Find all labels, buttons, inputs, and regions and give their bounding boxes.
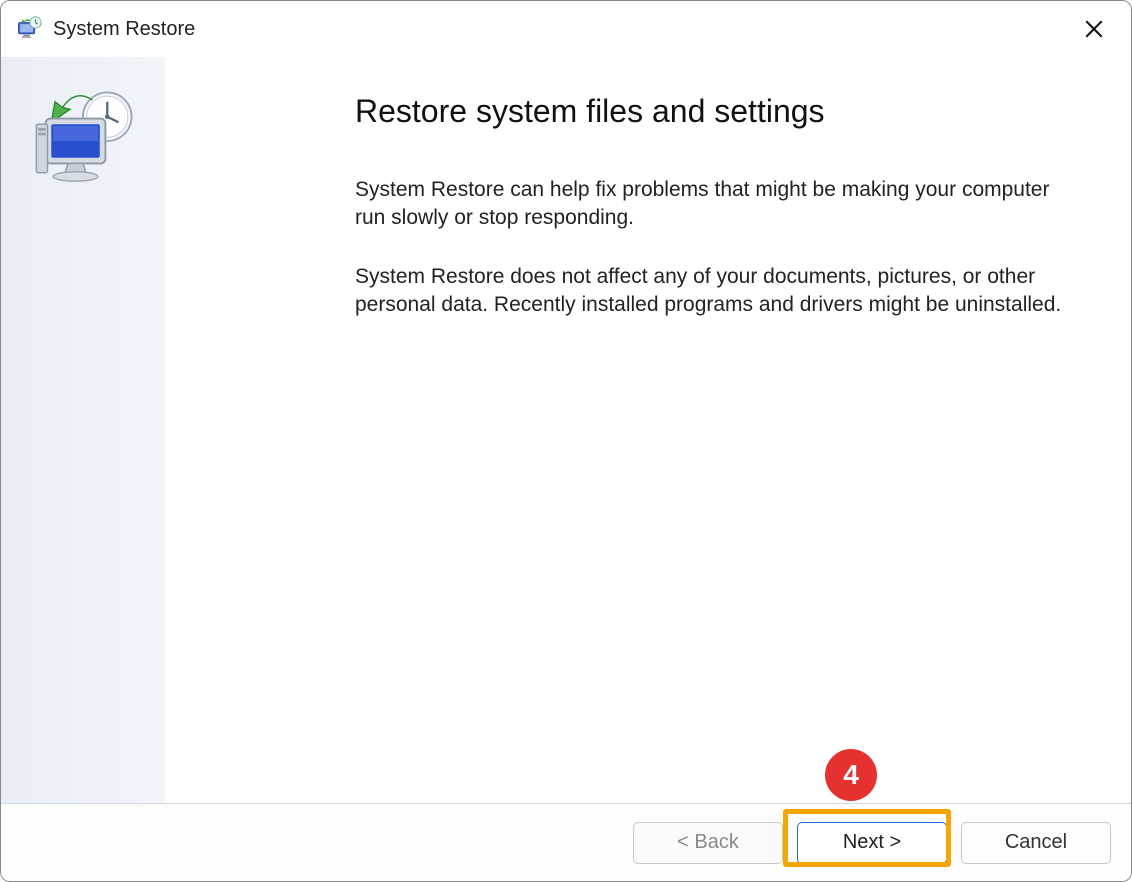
system-restore-app-icon <box>15 15 43 43</box>
cancel-button[interactable]: Cancel <box>961 822 1111 864</box>
close-button[interactable] <box>1071 9 1117 49</box>
wizard-footer: < Back Next > Cancel <box>1 803 1131 881</box>
intro-paragraph-1: System Restore can help fix problems tha… <box>355 176 1071 233</box>
window-title: System Restore <box>53 18 1071 41</box>
next-button[interactable]: Next > <box>797 822 947 864</box>
system-restore-window: System Restore <box>0 0 1132 882</box>
close-icon <box>1085 20 1103 38</box>
wizard-body: Restore system files and settings System… <box>1 57 1131 803</box>
wizard-content: Restore system files and settings System… <box>165 57 1131 803</box>
titlebar: System Restore <box>1 1 1131 57</box>
wizard-sidebar <box>1 57 165 803</box>
system-restore-hero-icon <box>27 85 139 197</box>
back-button: < Back <box>633 822 783 864</box>
page-heading: Restore system files and settings <box>355 93 1071 130</box>
intro-paragraph-2: System Restore does not affect any of yo… <box>355 263 1071 320</box>
